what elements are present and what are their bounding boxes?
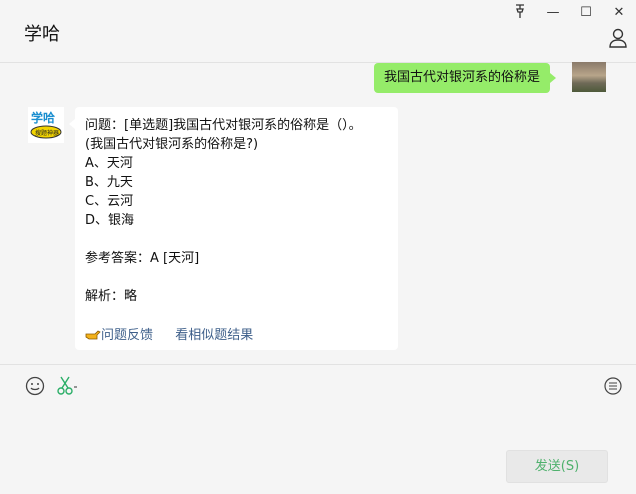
message-line: D、银海 xyxy=(85,213,135,228)
message-list: 我国古代对银河系的俗称是 学哈 搜题神器 问题：[单选题]我国古代对银河系的俗称… xyxy=(0,62,636,363)
composer: 发送(S) xyxy=(0,364,636,494)
emoji-icon[interactable] xyxy=(24,375,46,397)
close-button[interactable]: ✕ xyxy=(604,4,634,22)
incoming-message[interactable]: 问题：[单选题]我国古代对银河系的俗称是（）。 (我国古代对银河系的俗称是?) … xyxy=(69,107,398,350)
feedback-link[interactable]: 问题反馈 xyxy=(101,324,153,343)
my-avatar[interactable] xyxy=(572,62,606,92)
screenshot-scissors-icon[interactable] xyxy=(56,375,78,397)
similar-results-link[interactable]: 看相似题结果 xyxy=(175,324,253,343)
answer-line: 参考答案：A [天河] xyxy=(85,251,200,266)
minimize-button[interactable]: — xyxy=(538,4,568,22)
pointing-hand-icon xyxy=(85,328,101,345)
chat-history-icon[interactable] xyxy=(603,375,625,397)
message-line: A、天河 xyxy=(85,156,133,171)
send-button[interactable]: 发送(S) xyxy=(506,450,608,483)
bot-avatar[interactable]: 学哈 搜题神器 xyxy=(28,107,64,143)
message-links: 问题反馈 看相似题结果 xyxy=(85,324,253,345)
maximize-button[interactable]: ☐ xyxy=(571,4,601,22)
user-icon[interactable] xyxy=(608,28,628,48)
message-line: (我国古代对银河系的俗称是?) xyxy=(85,137,259,152)
analysis-line: 解析：略 xyxy=(85,289,138,304)
chat-title: 学哈 xyxy=(24,24,60,45)
chat-window: 学哈 — ☐ ✕ 我国古代对银河系的俗称是 学哈 搜题神器 问题：[单选题]我国… xyxy=(0,0,636,494)
title-bar: 学哈 — ☐ ✕ xyxy=(0,0,636,63)
pin-icon[interactable] xyxy=(505,4,535,22)
svg-text:学哈: 学哈 xyxy=(31,110,55,125)
svg-text:搜题神器: 搜题神器 xyxy=(35,129,59,137)
outgoing-message[interactable]: 我国古代对银河系的俗称是 xyxy=(374,63,557,93)
message-line: B、九天 xyxy=(85,175,133,190)
message-line: 问题：[单选题]我国古代对银河系的俗称是（）。 xyxy=(85,118,362,133)
message-line: C、云河 xyxy=(85,194,134,209)
